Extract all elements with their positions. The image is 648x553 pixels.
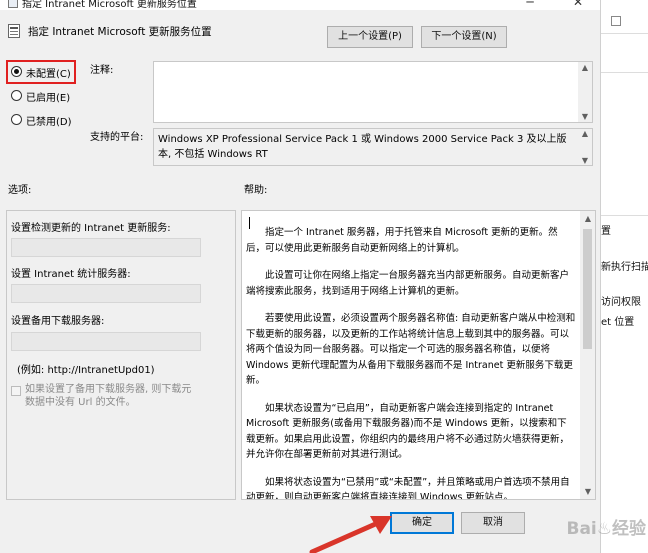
options-panel: 设置检测更新的 Intranet 更新服务: 设置 Intranet 统计服务器… xyxy=(6,210,236,500)
cancel-button[interactable]: 取消 xyxy=(461,512,525,534)
alt-download-checkbox xyxy=(11,386,21,396)
close-button[interactable]: ✕ xyxy=(566,0,590,10)
scroll-up-icon[interactable]: ▲ xyxy=(578,129,592,138)
help-paragraph: 如果状态设置为“已启用”，自动更新客户端会连接到指定的 Intranet Mic… xyxy=(246,402,570,461)
minimize-button[interactable]: ─ xyxy=(518,0,542,10)
radio-not-configured[interactable] xyxy=(11,66,22,77)
alt-download-label: 设置备用下载服务器: xyxy=(11,316,105,327)
window-title: 指定 Intranet Microsoft 更新服务位置 xyxy=(22,0,197,10)
platform-label: 支持的平台: xyxy=(90,132,144,143)
help-title: 帮助: xyxy=(244,185,268,196)
policy-title: 指定 Intranet Microsoft 更新服务位置 xyxy=(28,26,212,38)
platform-scrollbar[interactable]: ▲ ▼ xyxy=(578,129,592,165)
detect-server-input xyxy=(11,238,201,257)
checkbox-label-line-2: 数据中没有 Url 的文件。 xyxy=(25,397,136,408)
policy-setting-icon xyxy=(8,24,20,38)
help-scrollbar[interactable]: ▲ ▼ xyxy=(580,210,596,500)
help-paragraph: 如果将状态设置为“已禁用”或“未配置”，并且策略或用户首选项不禁用自动更新，则自… xyxy=(246,476,570,500)
background-window: 置 新执行扫描 访问权限 et 位置 xyxy=(600,0,648,553)
alt-download-input xyxy=(11,332,201,351)
comment-scrollbar[interactable]: ▲ ▼ xyxy=(578,62,592,122)
help-paragraph: 此设置可让你在网络上指定一台服务器充当内部更新服务。自动更新客户端将搜索此服务，… xyxy=(246,270,570,297)
background-item: 置 xyxy=(601,226,611,237)
background-item: et 位置 xyxy=(601,317,635,328)
scroll-down-icon[interactable]: ▼ xyxy=(578,112,592,121)
next-setting-button[interactable]: 下一个设置(N) xyxy=(421,26,507,48)
background-panel xyxy=(601,33,648,73)
title-bar: 指定 Intranet Microsoft 更新服务位置 ─ ✕ xyxy=(0,0,600,10)
checkbox-label-line-1: 如果设置了备用下载服务器, 则下载元 xyxy=(25,384,192,395)
platform-line-1: Windows XP Professional Service Pack 1 或… xyxy=(158,134,567,145)
radio-enabled[interactable] xyxy=(11,90,22,101)
policy-dialog: 指定 Intranet Microsoft 更新服务位置 上一个设置(P) 下一… xyxy=(0,10,600,553)
radio-enabled-label[interactable]: 已启用(E) xyxy=(26,89,70,104)
help-text: 指定一个 Intranet 服务器，用于托管来自 Microsoft 更新的更新… xyxy=(246,225,576,500)
help-paragraph: 指定一个 Intranet 服务器，用于托管来自 Microsoft 更新的更新… xyxy=(246,227,558,254)
previous-setting-button[interactable]: 上一个设置(P) xyxy=(327,26,413,48)
background-item: 访问权限 xyxy=(601,297,641,308)
help-panel: 指定一个 Intranet 服务器，用于托管来自 Microsoft 更新的更新… xyxy=(241,210,596,500)
radio-disabled[interactable] xyxy=(11,114,22,125)
scroll-down-icon[interactable]: ▼ xyxy=(581,487,595,496)
radio-not-configured-label[interactable]: 未配置(C) xyxy=(26,65,71,80)
options-title: 选项: xyxy=(8,185,32,196)
policy-window-icon xyxy=(8,0,18,8)
comment-textarea[interactable]: ▲ ▼ xyxy=(153,61,593,123)
background-divider xyxy=(601,215,648,216)
stats-server-input xyxy=(11,284,201,303)
comment-label: 注释: xyxy=(90,65,114,76)
platform-box: Windows XP Professional Service Pack 1 或… xyxy=(153,128,593,166)
scroll-down-icon[interactable]: ▼ xyxy=(578,156,592,165)
scroll-thumb[interactable] xyxy=(583,229,592,349)
detect-server-label: 设置检测更新的 Intranet 更新服务: xyxy=(11,223,171,234)
background-checkbox xyxy=(611,16,621,26)
example-text: (例如: http://IntranetUpd01) xyxy=(17,365,155,376)
platform-line-2: 本, 不包括 Windows RT xyxy=(158,149,268,160)
background-item: 新执行扫描 xyxy=(601,262,648,273)
radio-disabled-label[interactable]: 已禁用(D) xyxy=(26,113,72,128)
help-paragraph: 若要使用此设置，必须设置两个服务器名称值: 自动更新客户端从中检测和下载更新的服… xyxy=(246,313,576,386)
annotation-arrow-icon xyxy=(309,516,392,553)
scroll-up-icon[interactable]: ▲ xyxy=(581,214,595,223)
scroll-up-icon[interactable]: ▲ xyxy=(578,63,592,72)
stats-server-label: 设置 Intranet 统计服务器: xyxy=(11,269,131,280)
watermark: Bai♨经验 xyxy=(566,519,647,539)
